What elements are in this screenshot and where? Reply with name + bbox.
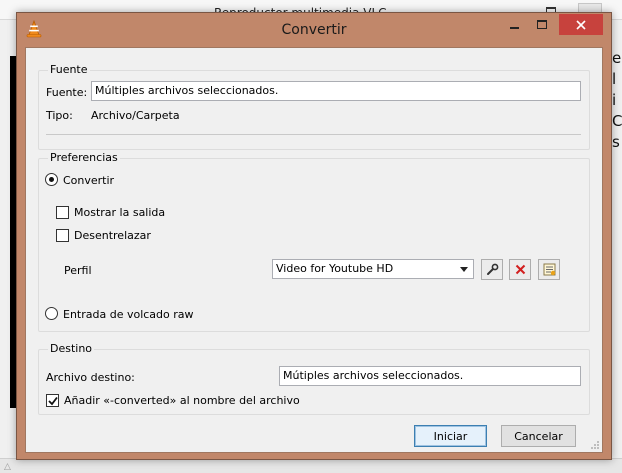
convert-radio[interactable] [45, 173, 58, 186]
close-button[interactable] [559, 14, 603, 35]
source-separator [46, 134, 581, 135]
background-text-line: l [612, 70, 617, 88]
type-value: Archivo/Carpeta [91, 109, 180, 122]
dialog-content: Fuente Fuente: Múltiples archivos selecc… [25, 47, 603, 453]
source-group: Fuente Fuente: Múltiples archivos selecc… [38, 63, 590, 150]
preferences-group-label: Preferencias [48, 151, 120, 164]
close-icon [576, 19, 586, 30]
convert-dialog: Convertir Fuente Fuente: Múltiples archi… [16, 12, 612, 460]
destination-label: Archivo destino: [46, 371, 135, 384]
background-text-line: s [612, 133, 620, 151]
destination-group: Destino Archivo destino: Mútiples archiv… [38, 342, 590, 415]
convert-radio-label[interactable]: Convertir [63, 174, 114, 187]
background-text-line: e [612, 49, 622, 67]
profile-select-value: Video for Youtube HD [276, 262, 394, 275]
show-output-checkbox[interactable] [56, 206, 69, 219]
source-field[interactable]: Múltiples archivos seleccionados. [91, 81, 581, 101]
dialog-titlebar[interactable]: Convertir [17, 13, 611, 47]
raw-dump-radio[interactable] [45, 307, 58, 320]
edit-profile-button[interactable] [481, 259, 503, 280]
preferences-group: Preferencias Convertir Mostrar la salida… [38, 151, 590, 332]
source-label: Fuente: [46, 86, 88, 99]
maximize-button[interactable] [529, 14, 555, 35]
destination-field[interactable]: Mútiples archivos seleccionados. [279, 366, 581, 386]
profile-select[interactable]: Video for Youtube HD [272, 259, 474, 279]
chevron-down-icon [460, 267, 468, 272]
minimize-icon [509, 26, 519, 29]
type-label: Tipo: [46, 109, 73, 122]
start-button[interactable]: Iniciar [414, 425, 487, 447]
cancel-button[interactable]: Cancelar [501, 425, 576, 447]
delete-profile-icon [515, 264, 525, 275]
delete-profile-button[interactable] [509, 259, 531, 280]
append-converted-label[interactable]: Añadir «-converted» al nombre del archiv… [64, 394, 300, 407]
show-output-label[interactable]: Mostrar la salida [74, 206, 165, 219]
new-profile-button[interactable] [538, 259, 560, 280]
background-warning-icon: △ [4, 462, 11, 472]
background-text-line: i [612, 91, 617, 109]
new-profile-icon [543, 263, 555, 276]
deinterlace-checkbox[interactable] [56, 229, 69, 242]
edit-profile-wrench-icon [486, 263, 498, 275]
append-converted-checkbox[interactable] [46, 394, 59, 407]
background-text-line: C [612, 112, 622, 130]
minimize-button[interactable] [501, 14, 527, 35]
profile-label: Perfil [64, 264, 92, 277]
background-side-text: e l i C s [612, 48, 622, 153]
destination-group-label: Destino [48, 342, 95, 355]
background-status-strip: △ [0, 458, 622, 473]
deinterlace-label[interactable]: Desentrelazar [74, 229, 151, 242]
maximize-icon [537, 20, 547, 29]
resize-grip-icon[interactable] [590, 440, 600, 450]
raw-dump-radio-label[interactable]: Entrada de volcado raw [63, 308, 194, 321]
source-group-label: Fuente [48, 63, 90, 76]
checkmark-icon [48, 396, 58, 406]
